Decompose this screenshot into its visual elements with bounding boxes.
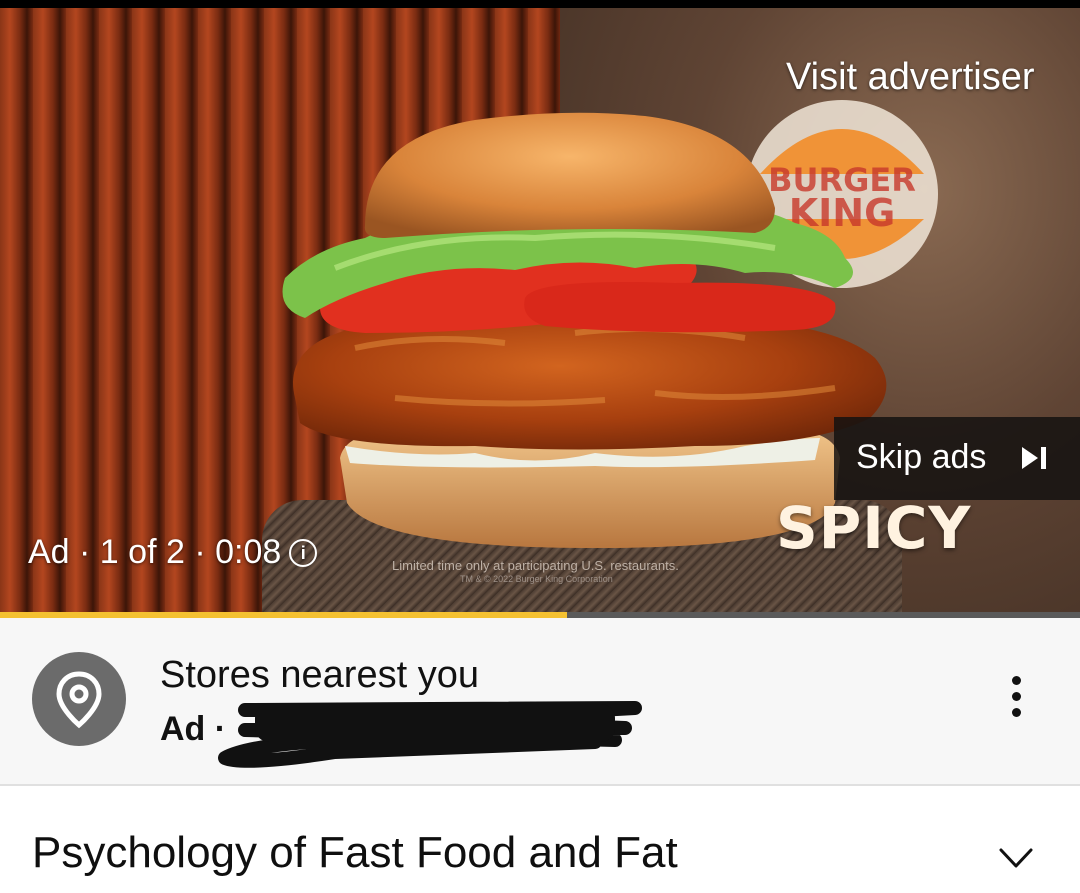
redaction-scribble	[218, 701, 642, 768]
ad-card[interactable]: Stores nearest you Ad ·	[0, 618, 1080, 786]
ad-counter-label: Ad · 1 of 2 · 0:08	[28, 533, 282, 571]
skip-ads-label: Skip ads	[856, 438, 987, 476]
skip-next-icon	[1022, 447, 1046, 469]
burger-image	[282, 112, 887, 548]
ad-card-title[interactable]: Stores nearest you	[160, 654, 479, 697]
ad-copyright: TM & © 2022 Burger King Corporation	[460, 574, 613, 584]
location-pin-icon	[32, 652, 126, 746]
ad-disclaimer: Limited time only at participating U.S. …	[392, 558, 679, 573]
ad-counter: Ad · 1 of 2 · 0:08 i	[28, 533, 318, 572]
top-status-bar	[0, 0, 1080, 8]
spicy-overlay-text: SPICY	[776, 494, 972, 562]
more-vert-icon[interactable]	[998, 676, 1034, 726]
skip-ads-button[interactable]: Skip ads	[834, 417, 1080, 500]
video-player[interactable]: BURGER KING Visit advertiser Skip ads SP…	[0, 8, 1080, 612]
video-title[interactable]: Psychology of Fast Food and Fat	[32, 828, 678, 878]
info-icon[interactable]: i	[289, 539, 318, 567]
visit-advertiser-link[interactable]: Visit advertiser	[786, 56, 1035, 99]
chevron-down-icon[interactable]	[998, 845, 1034, 871]
